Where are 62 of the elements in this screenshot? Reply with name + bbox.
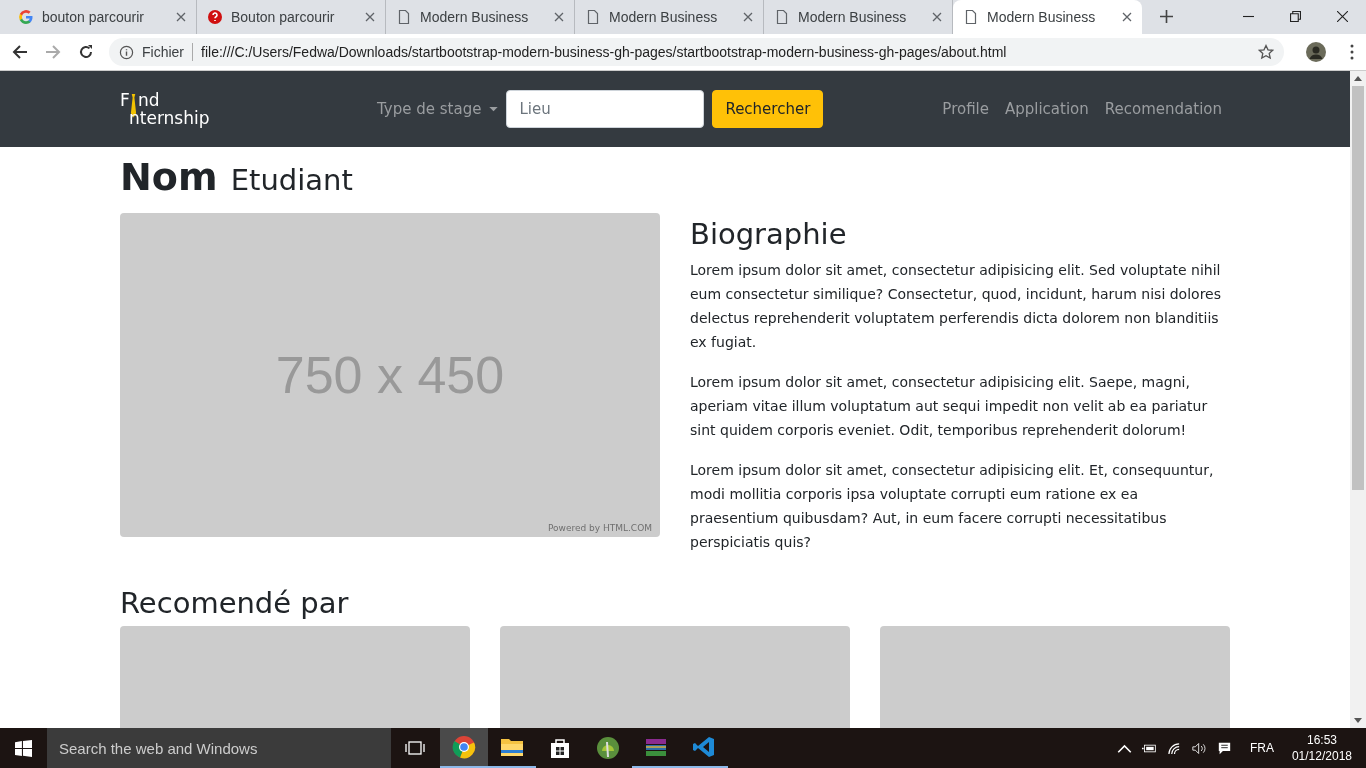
close-icon[interactable] xyxy=(1122,12,1132,22)
android-robot-icon xyxy=(596,736,620,760)
scroll-up-icon[interactable] xyxy=(1354,76,1362,81)
stage-type-dropdown[interactable]: Type de stage xyxy=(377,100,507,118)
url-text: file:///C:/Users/Fedwa/Downloads/startbootstrap-modern-business-gh-pages/startbootstrap-modern-business-gh-pages/about.html xyxy=(201,44,1008,60)
tab-title: Modern Business xyxy=(609,9,719,25)
document-icon xyxy=(585,9,601,25)
scheme-label: Fichier xyxy=(142,44,184,60)
bio-paragraph: Lorem ipsum dolor sit amet, consectetur adipisicing elit. Saepe, magni, aperiam vitae illum voluptatum aut sequi impedit non velit ab ea pariatur sint quidem corporis eveniet. Odit, temporibus reprehenderit dolorum! xyxy=(690,372,1209,440)
section-title: Biographie xyxy=(690,216,848,252)
logo-text-top: nd xyxy=(138,91,160,109)
document-icon xyxy=(774,9,790,25)
caret-icon xyxy=(489,106,499,112)
speaker-icon[interactable] xyxy=(1191,741,1207,755)
image-credit: Powered by HTML.COM xyxy=(547,522,652,533)
scrollbar[interactable] xyxy=(1350,71,1366,728)
menu-icon[interactable] xyxy=(1350,44,1354,60)
wifi-icon[interactable] xyxy=(1166,741,1182,755)
address-bar[interactable]: Fichier file:///C:/Users/Fedwa/Downloads/startbootstrap-modern-business-gh-pages/startbootstrap-modern-business-gh-pages/about.html xyxy=(109,38,1284,66)
new-tab-icon[interactable] xyxy=(1160,10,1173,23)
chrome-icon xyxy=(452,735,476,759)
nav-link[interactable]: Application xyxy=(1005,100,1089,118)
code-editor-icon xyxy=(692,735,716,759)
logo-text-top: F xyxy=(120,91,130,109)
question-mark-icon xyxy=(207,9,223,25)
scroll-down-icon[interactable] xyxy=(1354,718,1362,723)
document-icon xyxy=(963,9,979,25)
language-indicator[interactable]: FRA xyxy=(1249,741,1274,755)
bio-paragraph: Lorem ipsum dolor sit amet, consectetur adipisicing elit. Et, consequuntur, modi mollitia corporis ipsa voluptate corrupti eum ratione ex ea praesentium quibusdam? Aut, in eum facere corrupti necessitatibus perspiciatis quis? xyxy=(690,460,1215,552)
taskbar-search-field[interactable]: Search the web and Windows xyxy=(47,728,391,768)
location-input[interactable]: Lieu xyxy=(506,90,705,128)
nav-link[interactable]: Profile xyxy=(942,100,989,118)
back-arrow-icon[interactable] xyxy=(12,44,28,60)
google-g-icon xyxy=(18,9,34,25)
clock-date[interactable]: 01/12/2018 xyxy=(1291,748,1352,764)
tab-title: Bouton parcourir xyxy=(231,9,336,25)
section-title: Recomendé par xyxy=(120,585,350,621)
page-subtitle: Etudiant xyxy=(230,163,353,197)
logo-text-bottom: nternship xyxy=(129,109,210,127)
tab-title: Modern Business xyxy=(420,9,530,25)
profile-avatar-icon[interactable] xyxy=(1306,42,1326,62)
windows-logo-icon[interactable] xyxy=(15,739,32,757)
tab-title: bouton parcourir xyxy=(42,9,145,25)
restore-icon[interactable] xyxy=(1290,11,1301,22)
nav-link[interactable]: Recomendation xyxy=(1104,100,1222,118)
scroll-thumb[interactable] xyxy=(1352,86,1364,490)
bio-paragraph: Lorem ipsum dolor sit amet, consectetur adipisicing elit. Sed voluptate nihil eum consectetur similique? Consectetur, quod, incidunt, harum nisi dolores delectus reprehenderit voluptatem perferendis dicta dolorem non blanditiis ex fugiat. xyxy=(690,260,1222,352)
info-icon xyxy=(119,44,134,60)
tab-title: Modern Business xyxy=(798,9,908,25)
tab-title: Modern Business xyxy=(987,9,1097,25)
task-view-icon[interactable] xyxy=(405,740,425,756)
star-icon[interactable] xyxy=(1258,44,1274,60)
close-icon[interactable] xyxy=(1337,11,1348,22)
logo[interactable]: F nd nternship xyxy=(120,89,240,129)
reload-icon[interactable] xyxy=(78,44,94,60)
notification-icon[interactable] xyxy=(1216,741,1232,755)
browser-tab[interactable]: Modern Business xyxy=(953,0,1142,34)
search-button[interactable]: Rechercher xyxy=(712,90,824,128)
page-title: Nom xyxy=(120,155,218,199)
shopping-bag-icon xyxy=(548,736,572,760)
document-icon xyxy=(396,9,412,25)
clock-time[interactable]: 16:53 xyxy=(1306,732,1337,748)
